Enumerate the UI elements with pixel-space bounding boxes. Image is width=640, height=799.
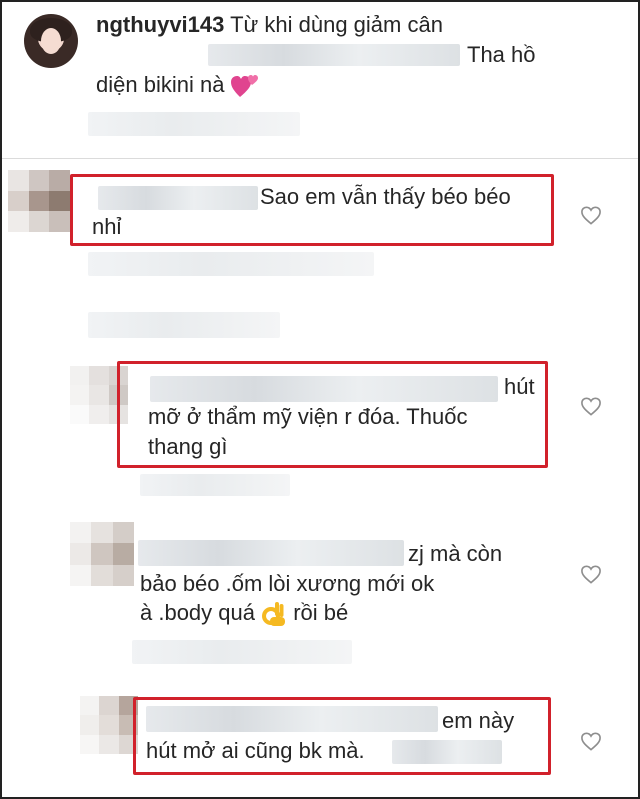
caption-text-1-end: Tha hồ: [467, 42, 536, 67]
comment-3-text-b: rồi bé: [293, 600, 349, 625]
ok-hand-emoji: [262, 602, 286, 627]
blurred-meta: [140, 474, 290, 496]
commenter-avatar-1[interactable]: [8, 170, 70, 232]
highlight-box: [133, 697, 551, 775]
heart-outline-icon[interactable]: [580, 564, 602, 584]
caption-text-1: Từ khi dùng giảm cân: [230, 12, 443, 37]
caption-line-1: ngthuyvi143 Từ khi dùng giảm cân: [96, 10, 443, 40]
blurred-meta: [88, 112, 300, 136]
commenter-avatar-4[interactable]: [80, 696, 138, 754]
two-hearts-emoji: [230, 75, 258, 98]
highlight-box: [70, 174, 554, 246]
caption-line-2: diện bikini nà: [96, 70, 261, 100]
blurred-text: [208, 44, 460, 66]
highlight-box: [117, 361, 548, 468]
caption-divider: [2, 158, 638, 159]
blurred-username: [138, 540, 404, 566]
heart-outline-icon[interactable]: [580, 396, 602, 416]
blurred-meta: [132, 640, 352, 664]
caption-text-2: diện bikini nà: [96, 72, 225, 97]
comment-3-line-1: zj mà còn: [408, 541, 503, 566]
comment-3-line-3: à .body quá rồi bé: [140, 598, 348, 628]
heart-outline-icon[interactable]: [580, 205, 602, 225]
blurred-meta: [88, 252, 374, 276]
blurred-reply-toggle: [88, 312, 280, 338]
poster-avatar[interactable]: [24, 14, 78, 68]
commenter-avatar-3[interactable]: [70, 522, 134, 586]
comment-3-line-2: bảo béo .ốm lòi xương mới ok: [140, 571, 435, 596]
heart-outline-icon[interactable]: [580, 731, 602, 751]
comment-3-text-a: à .body quá: [140, 600, 255, 625]
poster-username[interactable]: ngthuyvi143: [96, 12, 224, 37]
